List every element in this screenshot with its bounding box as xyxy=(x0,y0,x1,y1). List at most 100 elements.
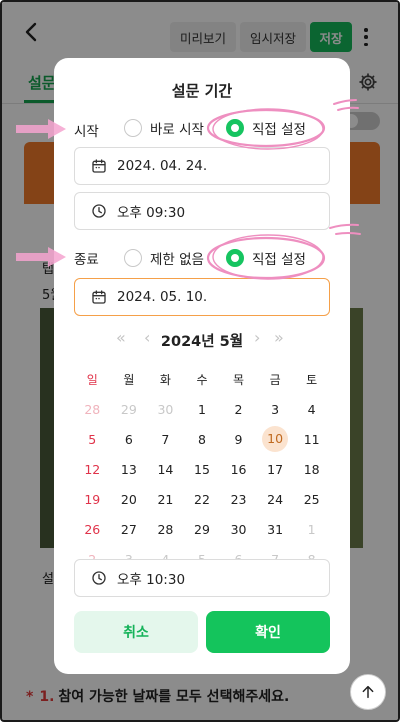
calendar-weekday: 일 xyxy=(86,372,98,387)
calendar-day[interactable]: 4 xyxy=(293,402,330,417)
scroll-top-button[interactable] xyxy=(350,674,386,710)
calendar-week-row: 5 6 7 8 9 10 11 xyxy=(74,424,330,454)
calendar-weekday: 금 xyxy=(269,372,281,387)
calendar-week-row: 19 20 21 22 23 24 25 xyxy=(74,484,330,514)
calendar-day-label: 2 xyxy=(234,401,243,417)
annotation-circle-icon xyxy=(206,223,361,280)
calendar-weekday: 월 xyxy=(123,372,135,387)
calendar-weekday: 화 xyxy=(159,372,171,387)
calendar-day-label: 23 xyxy=(230,491,247,507)
calendar-day-label: 25 xyxy=(303,491,320,507)
calendar-day[interactable]: 26 xyxy=(74,522,111,537)
annotation-circle-icon xyxy=(206,99,359,150)
calendar-weekday-row: 일월화수목금토 xyxy=(74,364,330,394)
radio-button xyxy=(124,119,142,137)
calendar-day[interactable]: 21 xyxy=(147,492,184,507)
calendar-day[interactable]: 28 xyxy=(147,522,184,537)
calendar-weekday: 수 xyxy=(196,372,208,387)
calendar-day[interactable]: 5 xyxy=(74,432,111,447)
calendar-day-label: 10 xyxy=(262,426,289,452)
calendar-day-label: 30 xyxy=(157,401,174,417)
calendar-day[interactable]: 27 xyxy=(111,522,148,537)
calendar-day[interactable]: 7 xyxy=(147,432,184,447)
calendar-day-label: 22 xyxy=(194,491,210,507)
calendar-day-label: 28 xyxy=(157,521,174,537)
calendar-day[interactable]: 29 xyxy=(184,522,221,537)
cancel-button[interactable]: 취소 xyxy=(74,611,198,653)
calendar-day[interactable]: 24 xyxy=(257,492,294,507)
end-time-value: 오후 10:30 xyxy=(117,572,186,588)
calendar-day-label: 15 xyxy=(194,461,210,477)
calendar-day-label: 30 xyxy=(230,521,247,537)
calendar-day[interactable]: 23 xyxy=(220,492,257,507)
calendar-day-label: 6 xyxy=(124,431,133,447)
radio-label: 제한 없음 xyxy=(150,252,204,268)
annotation-arrow-icon xyxy=(16,119,66,139)
calendar-day[interactable]: 12 xyxy=(74,462,111,477)
calendar-day[interactable]: 9 xyxy=(220,432,257,447)
calendar-day[interactable]: 19 xyxy=(74,492,111,507)
calendar-day[interactable]: 15 xyxy=(184,462,221,477)
clock-icon xyxy=(91,570,107,586)
end-time-field[interactable]: 오후 10:30 xyxy=(74,559,330,597)
start-radio-now[interactable]: 바로 시작 xyxy=(124,118,204,138)
calendar-day[interactable]: 13 xyxy=(111,462,148,477)
calendar-day[interactable]: 8 xyxy=(184,432,221,447)
calendar-day-label: 1 xyxy=(197,401,206,417)
calendar-day-label: 14 xyxy=(157,461,174,477)
calendar-day[interactable]: 25 xyxy=(293,492,330,507)
end-date-value: 2024. 05. 10. xyxy=(117,289,208,305)
calendar-day-label: 7 xyxy=(161,431,170,447)
calendar-day[interactable]: 14 xyxy=(147,462,184,477)
calendar-day-label: 21 xyxy=(157,491,174,507)
calendar-day[interactable]: 31 xyxy=(257,522,294,537)
radio-button xyxy=(124,249,142,267)
calendar-day[interactable]: 11 xyxy=(293,432,330,447)
calendar-day[interactable]: 1 xyxy=(184,402,221,417)
radio-label: 바로 시작 xyxy=(150,122,204,138)
calendar-day-label: 3 xyxy=(271,401,280,417)
calendar-grid: 일 월 화 수 목 금 토 28 29 30 1 2 3 4 5 6 7 8 9 10 11 12 13 14 15 16 17 18… xyxy=(74,364,330,574)
end-label: 종료 xyxy=(74,252,99,268)
app-frame: 미리보기 임시저장 저장 설문 탭 5월 설문 *1.참여 가능한 날짜를 모두… xyxy=(0,0,400,722)
calendar-day[interactable]: 20 xyxy=(111,492,148,507)
calendar-day-label: 31 xyxy=(267,521,284,537)
calendar-day-label: 18 xyxy=(303,461,320,477)
calendar-icon xyxy=(91,158,107,174)
calendar-day-label: 29 xyxy=(120,401,137,417)
calendar-day-label: 20 xyxy=(120,491,137,507)
calendar-weekday: 토 xyxy=(306,372,318,387)
calendar-week-row: 26 27 28 29 30 31 1 xyxy=(74,514,330,544)
calendar-day-label: 11 xyxy=(303,431,320,447)
calendar-day-label: 17 xyxy=(267,461,284,477)
calendar-day-label: 24 xyxy=(267,491,284,507)
clock-icon xyxy=(91,203,107,219)
start-label: 시작 xyxy=(74,124,99,140)
calendar-week-row: 28 29 30 1 2 3 4 xyxy=(74,394,330,424)
calendar-day-label: 29 xyxy=(194,521,210,537)
calendar-day[interactable]: 2 xyxy=(220,402,257,417)
calendar-day[interactable]: 22 xyxy=(184,492,221,507)
calendar-day[interactable]: 6 xyxy=(111,432,148,447)
calendar-day-label: 26 xyxy=(84,521,101,537)
annotation-arrow-icon xyxy=(16,247,66,267)
calendar-day[interactable]: 1 xyxy=(293,522,330,537)
calendar-day[interactable]: 17 xyxy=(257,462,294,477)
calendar-day[interactable]: 30 xyxy=(147,402,184,417)
end-radio-none[interactable]: 제한 없음 xyxy=(124,248,204,268)
calendar-day[interactable]: 29 xyxy=(111,402,148,417)
calendar-day-selected[interactable]: 10 xyxy=(257,426,294,452)
arrow-up-icon xyxy=(362,685,374,699)
calendar-day-label: 5 xyxy=(88,431,97,447)
calendar-day[interactable]: 30 xyxy=(220,522,257,537)
calendar-weekday: 목 xyxy=(233,372,245,387)
calendar-day[interactable]: 16 xyxy=(220,462,257,477)
calendar-day[interactable]: 18 xyxy=(293,462,330,477)
calendar-day-label: 19 xyxy=(84,491,101,507)
calendar-day-label: 12 xyxy=(84,461,101,477)
calendar-week-row: 12 13 14 15 16 17 18 xyxy=(74,454,330,484)
confirm-button[interactable]: 확인 xyxy=(206,611,330,653)
start-date-value: 2024. 04. 24. xyxy=(117,158,208,174)
calendar-day[interactable]: 3 xyxy=(257,402,294,417)
calendar-day[interactable]: 28 xyxy=(74,402,111,417)
